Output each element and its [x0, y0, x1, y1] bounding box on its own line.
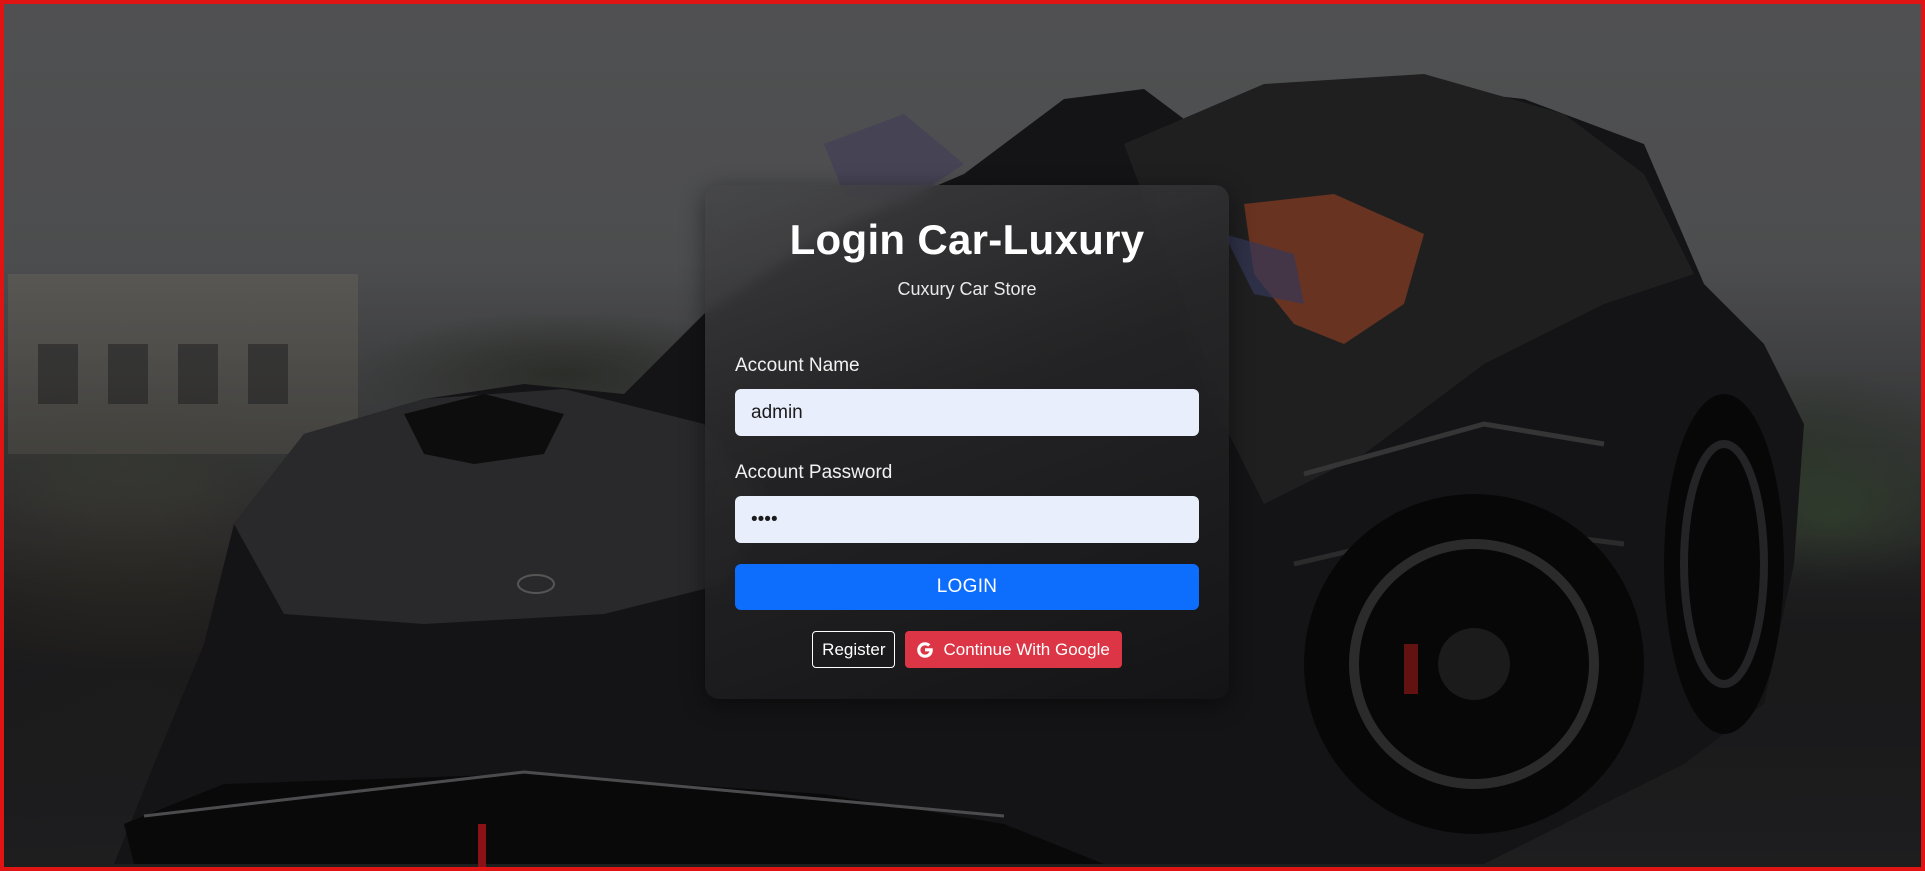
secondary-actions: Register Continue With Google: [705, 631, 1229, 668]
login-button[interactable]: LOGIN: [735, 564, 1199, 610]
account-password-input[interactable]: [735, 496, 1199, 543]
account-password-field-wrapper: [735, 496, 1199, 543]
google-icon: [915, 640, 935, 660]
page-frame: Login Car-Luxury Cuxury Car Store Accoun…: [0, 0, 1925, 871]
account-name-label: Account Name: [735, 355, 860, 376]
account-name-input[interactable]: [735, 389, 1199, 436]
login-subtitle: Cuxury Car Store: [897, 279, 1037, 300]
google-button-label: Continue With Google: [943, 639, 1110, 659]
login-title: Login Car-Luxury: [789, 216, 1145, 263]
account-password-label: Account Password: [735, 462, 893, 483]
register-button[interactable]: Register: [812, 631, 896, 668]
account-name-field-wrapper: [735, 389, 1199, 436]
login-card: Login Car-Luxury Cuxury Car Store Accoun…: [705, 185, 1229, 699]
continue-with-google-button[interactable]: Continue With Google: [905, 631, 1122, 668]
